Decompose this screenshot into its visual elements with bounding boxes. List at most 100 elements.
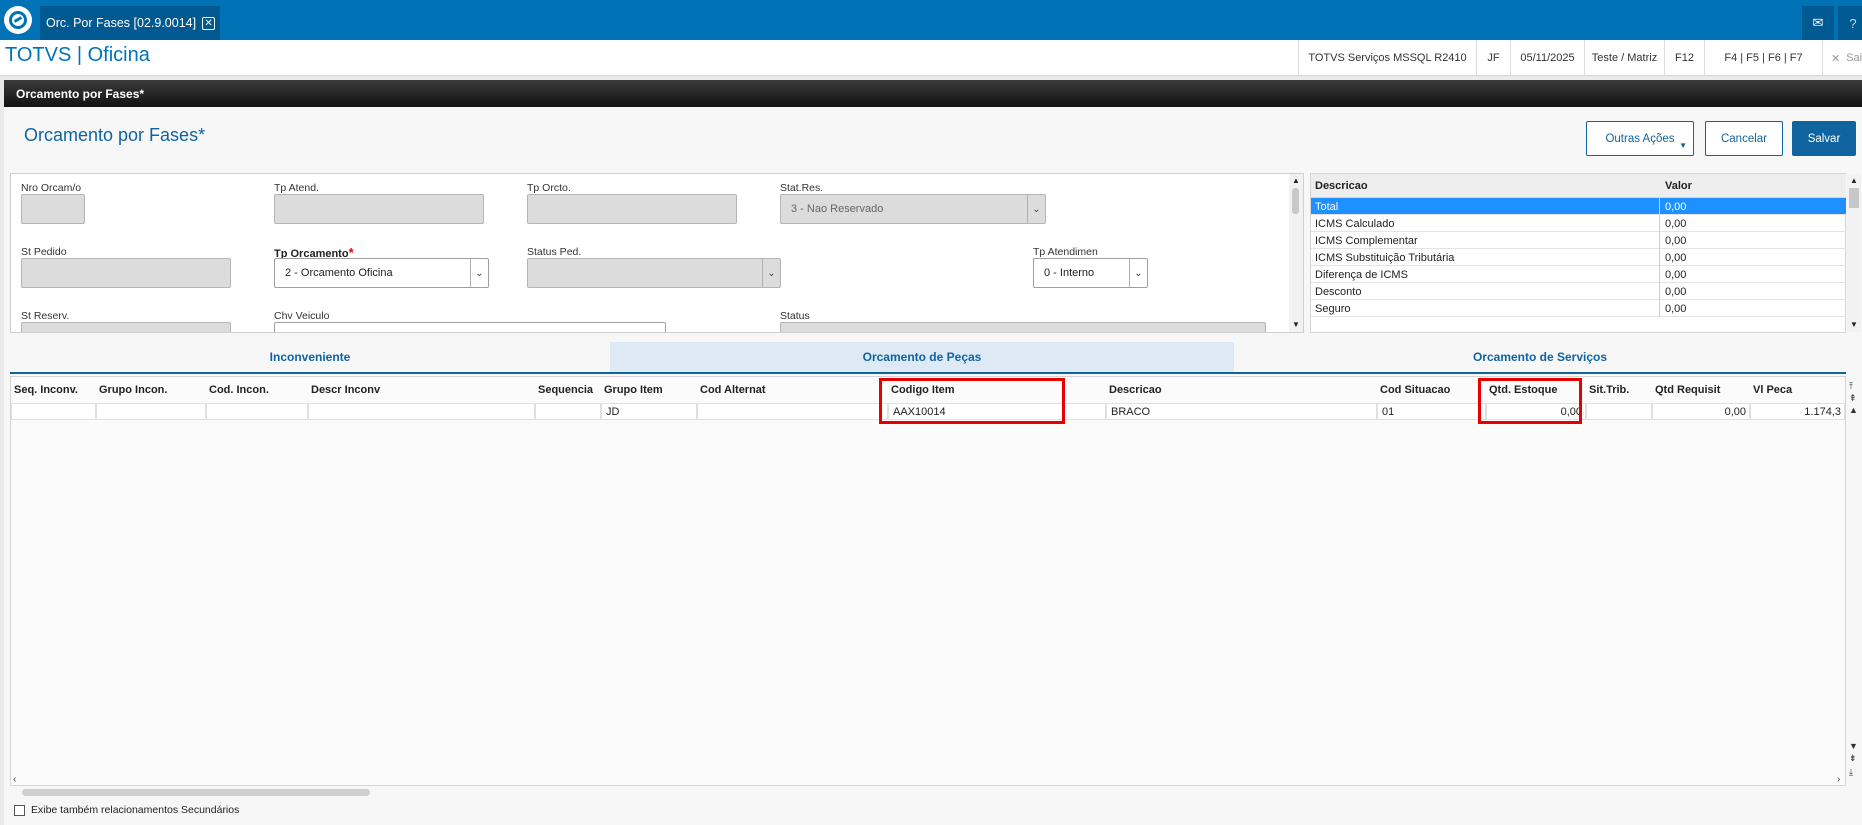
scroll-right-icon[interactable]: › <box>1837 774 1840 785</box>
cell-grupo-incon[interactable] <box>96 403 206 420</box>
exit-button[interactable]: ✕ Sair <box>1822 40 1862 76</box>
scroll-bottom-icon[interactable]: ⤓ <box>1849 767 1853 778</box>
scroll-up-icon[interactable]: ▲ <box>1849 405 1858 415</box>
close-icon[interactable]: ✕ <box>202 16 216 30</box>
totals-descricao-cell: Diferença de ICMS <box>1315 269 1408 281</box>
branch-label[interactable]: Teste / Matriz <box>1584 40 1664 76</box>
help-icon[interactable]: ? <box>1838 6 1862 40</box>
st-reserv-field[interactable] <box>21 322 231 332</box>
cancel-button[interactable]: Cancelar <box>1705 121 1783 156</box>
horizontal-scroll-thumb[interactable] <box>22 789 370 796</box>
st-pedido-field[interactable] <box>21 258 231 288</box>
nro-orcamo-label: Nro Orcam/o <box>21 182 82 194</box>
scroll-down-icon[interactable]: ▼ <box>1850 320 1858 329</box>
totals-col-valor: Valor <box>1665 180 1692 192</box>
scroll-left-icon[interactable]: ‹ <box>13 774 16 785</box>
scroll-up-icon[interactable]: ▲ <box>1292 176 1300 185</box>
cell-cod-alternat[interactable] <box>697 403 888 420</box>
date-label[interactable]: 05/11/2025 <box>1510 40 1584 76</box>
column-divider <box>1659 198 1660 215</box>
cell-descricao[interactable]: BRACO <box>1106 403 1377 420</box>
shortcuts-label[interactable]: F4 | F5 | F6 | F7 <box>1704 40 1822 76</box>
cell-seq-inconv[interactable] <box>11 403 96 420</box>
checkbox-icon[interactable] <box>14 804 25 816</box>
totals-row[interactable]: Total 0,00 <box>1311 198 1846 215</box>
chevron-down-icon[interactable]: ⌄ <box>762 259 780 287</box>
chevron-down-icon[interactable]: ⌄ <box>470 259 488 287</box>
scroll-top-icon[interactable]: ⤒ <box>1849 381 1853 392</box>
stat-res-select[interactable]: 3 - Nao Reservado ⌄ <box>780 194 1046 224</box>
scroll-up-icon[interactable]: ▲ <box>1850 176 1858 185</box>
header-form: Nro Orcam/o Tp Atend. Tp Orcto. Stat.Res… <box>10 173 1304 333</box>
totals-valor-cell: 0,00 <box>1665 201 1687 213</box>
chv-veiculo-field[interactable] <box>274 322 666 332</box>
scroll-page-up-icon[interactable]: ⇞ <box>1849 393 1857 404</box>
totals-row[interactable]: ICMS Substituição Tributária 0,00 <box>1311 249 1846 266</box>
column-divider <box>1659 215 1660 232</box>
totals-row[interactable]: Seguro 0,00 <box>1311 300 1846 317</box>
tab-inconveniente[interactable]: Inconveniente <box>10 342 610 372</box>
cell-vl-peca[interactable]: 1.174,3 <box>1750 403 1845 420</box>
totals-row[interactable]: Desconto 0,00 <box>1311 283 1846 300</box>
status-field[interactable] <box>780 322 1266 332</box>
totals-descricao-cell: Seguro <box>1315 303 1351 315</box>
app-title: TOTVS | Oficina <box>5 44 150 66</box>
user-label[interactable]: JF <box>1476 40 1510 76</box>
column-divider <box>1659 249 1660 266</box>
scroll-down-icon[interactable]: ▼ <box>1292 320 1300 329</box>
tp-orcto-field[interactable] <box>527 194 737 224</box>
shortcut-f12[interactable]: F12 <box>1664 40 1704 76</box>
cell-descr-inconv[interactable] <box>308 403 535 420</box>
column-divider <box>1659 266 1660 283</box>
totvs-logo-icon[interactable] <box>4 6 32 34</box>
tp-atend-field[interactable] <box>274 194 484 224</box>
top-tab-bar <box>0 0 1862 40</box>
tp-atendimen-select[interactable]: 0 - Interno ⌄ <box>1033 258 1148 288</box>
totals-row[interactable]: ICMS Calculado 0,00 <box>1311 215 1846 232</box>
scroll-page-down-icon[interactable]: ⇟ <box>1849 753 1857 764</box>
totals-valor-cell: 0,00 <box>1665 252 1687 264</box>
tab-orcamento-pecas[interactable]: Orcamento de Peças <box>610 342 1234 372</box>
nro-orcamo-field[interactable] <box>21 194 85 224</box>
cell-cod-incon[interactable] <box>206 403 308 420</box>
totals-valor-cell: 0,00 <box>1665 303 1687 315</box>
folder-tabs: Inconveniente Orcamento de Peças Orcamento… <box>10 342 1846 374</box>
form-scrollbar[interactable]: ▲ ▼ <box>1289 174 1303 332</box>
secondary-relations-checkbox[interactable]: Exibe também relacionamentos Secundários <box>14 804 239 816</box>
app-tab[interactable]: Orc. Por Fases [02.9.0014] ✕ <box>40 6 220 40</box>
stat-res-label: Stat.Res. <box>780 182 824 194</box>
stat-res-value: 3 - Nao Reservado <box>791 203 884 215</box>
mail-icon[interactable]: ✉ <box>1802 6 1834 40</box>
page-title: Orcamento por Fases* <box>24 125 206 145</box>
chv-veiculo-label: Chv Veiculo <box>274 310 330 322</box>
cell-qtd-requisit[interactable]: 0,00 <box>1652 403 1750 420</box>
scroll-down-icon[interactable]: ▼ <box>1849 741 1858 751</box>
chevron-down-icon[interactable]: ⌄ <box>1027 195 1045 223</box>
status-ped-label: Status Ped. <box>527 246 582 258</box>
column-divider <box>1659 283 1660 300</box>
environment-label[interactable]: TOTVS Serviços MSSQL R2410 <box>1298 40 1476 76</box>
cell-grupo-item[interactable]: JD <box>601 403 697 420</box>
secondary-relations-label: Exibe também relacionamentos Secundários <box>31 804 240 816</box>
status-label: Status <box>780 310 810 322</box>
cell-sit-trib[interactable] <box>1586 403 1652 420</box>
other-actions-label: Outras Ações <box>1605 132 1675 145</box>
tp-atend-label: Tp Atend. <box>274 182 319 194</box>
chevron-down-icon: ▼ <box>1679 141 1687 150</box>
chevron-down-icon[interactable]: ⌄ <box>1129 259 1147 287</box>
save-button[interactable]: Salvar <box>1792 121 1856 156</box>
tp-atendimen-label: Tp Atendimen <box>1033 246 1098 258</box>
items-grid: Seq. Inconv. Grupo Incon. Cod. Incon. Descr… <box>10 376 1858 786</box>
scroll-thumb[interactable] <box>1292 188 1299 214</box>
totals-row[interactable]: Diferença de ICMS 0,00 <box>1311 266 1846 283</box>
other-actions-button[interactable]: Outras Ações ▼ <box>1586 121 1694 156</box>
totals-row[interactable]: ICMS Complementar 0,00 <box>1311 232 1846 249</box>
tp-orcto-label: Tp Orcto. <box>527 182 571 194</box>
tp-orcamento-select[interactable]: 2 - Orcamento Oficina ⌄ <box>274 258 489 288</box>
status-ped-select[interactable]: ⌄ <box>527 258 781 288</box>
cell-cod-situacao[interactable]: 01 <box>1377 403 1486 420</box>
scroll-thumb[interactable] <box>1849 188 1859 208</box>
totals-scrollbar[interactable]: ▲ ▼ <box>1847 174 1861 332</box>
cell-sequencia[interactable] <box>535 403 601 420</box>
tab-orcamento-servicos[interactable]: Orcamento de Serviços <box>1234 342 1846 372</box>
